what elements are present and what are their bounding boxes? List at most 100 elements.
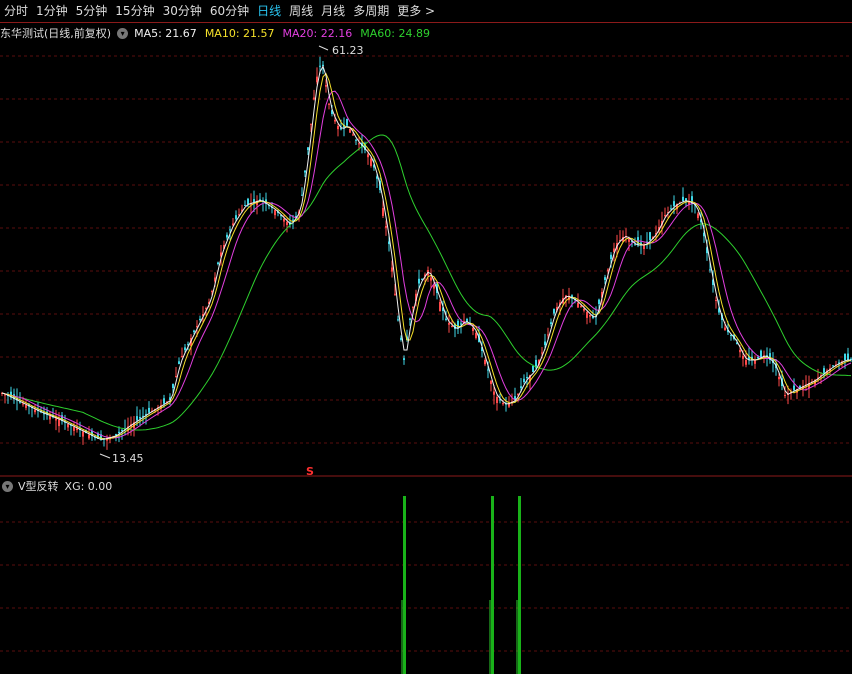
candle-body — [73, 427, 75, 431]
candle-body — [193, 330, 195, 332]
candle-body — [496, 397, 498, 404]
candle-body — [118, 431, 120, 434]
chart-grid — [0, 55, 852, 444]
candle-body — [409, 318, 411, 320]
candle-body — [799, 386, 801, 388]
candle-body — [244, 204, 246, 206]
candle-body — [172, 383, 174, 388]
candle-body — [397, 319, 399, 321]
candle-body — [175, 376, 177, 377]
candle-body — [148, 407, 150, 413]
candle-body — [88, 434, 90, 439]
candle-body — [745, 360, 747, 365]
candle-body — [577, 303, 579, 308]
candle-body — [136, 416, 138, 421]
candle-body — [643, 245, 645, 250]
candle-body — [475, 333, 477, 339]
candle-body — [604, 277, 606, 280]
candle-body — [76, 428, 78, 431]
candle-body — [439, 302, 441, 312]
candle-body — [391, 267, 393, 272]
candle-body — [358, 143, 360, 145]
candle-body — [487, 369, 489, 371]
low-price-label: 13.45 — [112, 452, 144, 465]
candle-body — [844, 353, 846, 360]
ma20-line — [1, 90, 852, 439]
candle-body — [739, 350, 741, 353]
low-annotation: 13.45 — [99, 452, 144, 465]
chevron-down-icon[interactable]: ▾ — [2, 480, 13, 492]
candle-body — [445, 318, 447, 320]
candle-body — [610, 254, 612, 259]
signal-bar — [403, 496, 406, 674]
candle-body — [580, 306, 582, 307]
candle-body — [313, 97, 315, 100]
candle-body — [628, 239, 630, 242]
candle-body — [58, 419, 60, 427]
candle-body — [664, 215, 666, 217]
candle-body — [685, 198, 687, 201]
candle-body — [418, 278, 420, 284]
candlestick-series — [1, 56, 852, 450]
candle-body — [310, 123, 312, 125]
candle-body — [754, 360, 756, 364]
signal-bar — [518, 496, 521, 674]
candle-body — [25, 405, 27, 408]
candle-body — [460, 323, 462, 325]
candle-body — [412, 306, 414, 308]
candle-body — [337, 126, 339, 130]
candle-body — [184, 347, 186, 350]
high-annotation: 61.23 — [318, 44, 364, 57]
candle-body — [649, 232, 651, 240]
candle-body — [328, 103, 330, 105]
candle-body — [490, 381, 492, 385]
candle-body — [493, 391, 495, 395]
candle-body — [682, 196, 684, 201]
candle-body — [163, 398, 165, 404]
candle-body — [307, 147, 309, 150]
indicator-name: V型反转 — [18, 480, 59, 493]
candle-body — [349, 128, 351, 133]
candle-body — [181, 356, 183, 358]
candle-body — [553, 308, 555, 314]
candle-body — [472, 328, 474, 332]
candle-body — [55, 418, 57, 421]
candle-body — [724, 327, 726, 331]
kline-chart[interactable]: 61.23 13.45 S — [0, 0, 852, 674]
ma10-line — [1, 72, 852, 440]
candle-body — [697, 213, 699, 219]
sub-chart-legend: ▾ V型反转 XG: 0.00 — [2, 478, 112, 494]
candle-body — [547, 334, 549, 336]
candle-body — [235, 215, 237, 219]
candle-body — [292, 219, 294, 221]
candle-body — [502, 403, 504, 405]
candle-body — [226, 234, 228, 238]
candle-body — [742, 356, 744, 359]
candle-body — [847, 353, 849, 360]
candle-body — [217, 262, 219, 264]
candle-body — [550, 322, 552, 324]
candle-body — [121, 429, 123, 431]
candle-body — [247, 198, 249, 204]
high-price-label: 61.23 — [332, 44, 364, 57]
candle-body — [793, 385, 795, 391]
candle-body — [583, 309, 585, 311]
candle-body — [544, 341, 546, 345]
candle-body — [760, 350, 762, 357]
candle-body — [352, 134, 354, 136]
candle-body — [598, 299, 600, 304]
candle-body — [199, 318, 201, 320]
candle-body — [139, 417, 141, 419]
candle-body — [274, 210, 276, 216]
candle-body — [778, 377, 780, 380]
signal-bars — [401, 496, 521, 674]
candle-body — [715, 300, 717, 301]
candle-body — [325, 85, 327, 87]
candle-body — [484, 360, 486, 365]
candle-body — [253, 199, 255, 202]
candle-body — [49, 416, 51, 420]
candle-body — [304, 170, 306, 173]
candle-body — [451, 326, 453, 327]
candle-body — [523, 378, 525, 382]
candle-body — [823, 368, 825, 373]
